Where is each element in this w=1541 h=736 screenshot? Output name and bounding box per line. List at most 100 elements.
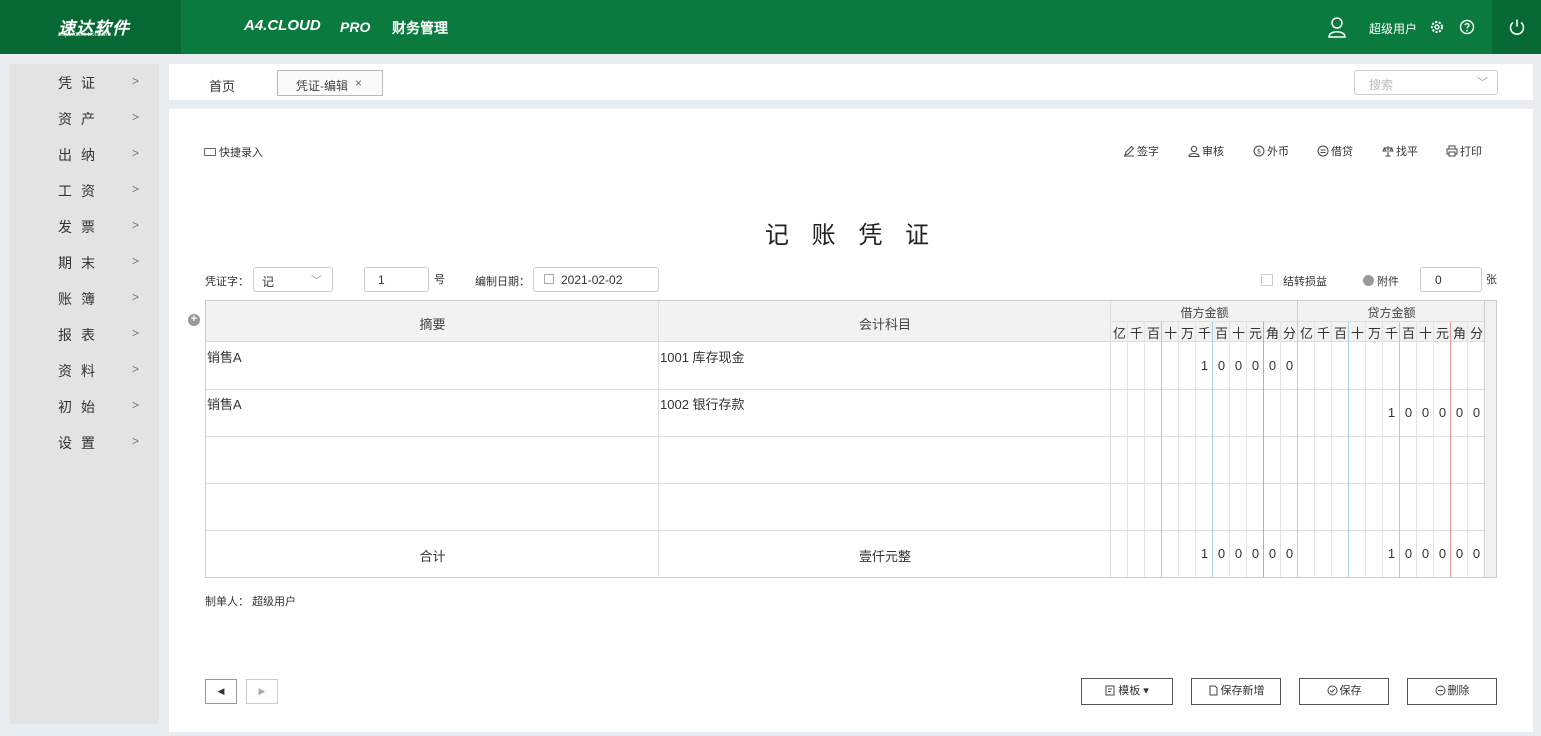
debit-digit-header: 元 <box>1248 326 1262 341</box>
chevron-right-icon: > <box>132 254 140 268</box>
sidebar-item-payroll[interactable]: 工资 > <box>10 172 159 208</box>
user-icon[interactable] <box>1327 16 1347 38</box>
next-voucher-button[interactable]: ▶ <box>246 679 278 704</box>
foreign-currency-button[interactable]: $ 外币 <box>1253 143 1289 159</box>
digit-gridline <box>1144 322 1145 577</box>
digit-gridline <box>1195 322 1196 577</box>
calendar-icon <box>544 274 554 284</box>
row-account[interactable]: 1001 库存现金 <box>660 347 745 366</box>
debit-digit-header: 角 <box>1265 326 1279 341</box>
credit-digit-header: 万 <box>1367 326 1381 341</box>
debit-digit-header: 亿 <box>1112 326 1126 341</box>
sidebar-item-period-end[interactable]: 期末 > <box>10 244 159 280</box>
voucher-word-select[interactable]: 记 ﹀ <box>253 267 333 292</box>
top-bar: 速达软件 Superdata Software A4.CLOUD PRO 财务管… <box>0 0 1541 54</box>
amount-digit: 0 <box>1421 546 1430 561</box>
user-name[interactable]: 超级用户 <box>1369 20 1417 37</box>
amount-digit: 1 <box>1387 405 1396 420</box>
digit-gridline <box>1161 322 1162 577</box>
sidebar-item-label: 工资 <box>58 183 104 199</box>
sidebar-item-label: 账簿 <box>58 291 104 307</box>
save-button[interactable]: 保存 <box>1299 678 1389 705</box>
search-select[interactable]: 搜索 ﹀ <box>1354 70 1498 95</box>
sidebar-item-invoice[interactable]: 发票 > <box>10 208 159 244</box>
save-new-button[interactable]: 保存新增 <box>1191 678 1281 705</box>
sidebar-item-settings[interactable]: 设置 > <box>10 424 159 460</box>
digit-gridline <box>1365 322 1366 577</box>
amount-digit: 0 <box>1285 358 1294 373</box>
gear-icon[interactable] <box>1429 19 1445 35</box>
row-summary[interactable]: 销售A <box>207 347 242 366</box>
add-row-icon[interactable]: + <box>188 314 200 326</box>
sidebar-item-label: 报表 <box>58 327 104 343</box>
prev-voucher-button[interactable]: ◀ <box>205 679 237 704</box>
header-divider <box>1111 321 1485 322</box>
voucher-number-input[interactable]: 1 <box>364 267 429 292</box>
sidebar-item-voucher[interactable]: 凭证 > <box>10 64 159 100</box>
swap-icon <box>1317 145 1329 157</box>
credit-digit-header: 角 <box>1452 326 1466 341</box>
amount-digit: 0 <box>1268 358 1277 373</box>
debit-credit-button[interactable]: 借贷 <box>1317 143 1353 159</box>
logo-subtext: Superdata Software <box>58 32 112 38</box>
delete-button[interactable]: 删除 <box>1407 678 1497 705</box>
table-row[interactable] <box>206 484 1496 531</box>
print-button[interactable]: 打印 <box>1446 143 1482 159</box>
sidebar: 凭证 > 资产 > 出纳 > 工资 > 发票 > 期末 > 账簿 > 报表 > 资料 > 初始 > … <box>10 64 159 724</box>
credit-digit-header: 分 <box>1469 326 1483 341</box>
amount-digit: 0 <box>1438 546 1447 561</box>
amount-digit: 0 <box>1421 405 1430 420</box>
date-picker[interactable]: 2021-02-02 <box>533 267 659 292</box>
row-account[interactable]: 1002 银行存款 <box>660 394 745 413</box>
attachment-label: 附件 <box>1377 276 1399 288</box>
digit-gridline <box>1280 322 1281 577</box>
sidebar-item-label: 初始 <box>58 399 104 415</box>
scrollbar[interactable] <box>1486 301 1496 577</box>
document-icon <box>1209 685 1217 696</box>
audit-label: 审核 <box>1202 146 1224 158</box>
sidebar-item-reports[interactable]: 报表 > <box>10 316 159 352</box>
power-icon[interactable] <box>1508 18 1526 36</box>
table-row[interactable]: 销售A 1001 库存现金 100000 <box>206 343 1496 390</box>
tab-voucher-edit[interactable]: 凭证-编辑 × <box>277 70 383 96</box>
audit-button[interactable]: 审核 <box>1188 143 1224 159</box>
header-summary: 摘要 <box>419 317 446 332</box>
tab-label: 凭证-编辑 <box>296 79 348 93</box>
voucher-word-label: 凭证字： <box>205 276 249 288</box>
help-icon[interactable] <box>1459 19 1475 35</box>
balance-button[interactable]: 找平 <box>1382 143 1418 159</box>
chevron-right-icon: > <box>132 182 140 196</box>
product-edition: PRO <box>340 19 371 35</box>
sidebar-item-master-data[interactable]: 资料 > <box>10 352 159 388</box>
debit-digit-header: 千 <box>1197 326 1211 341</box>
sign-button[interactable]: 签字 <box>1123 143 1159 159</box>
digit-gridline <box>1229 322 1230 577</box>
sidebar-item-ledger[interactable]: 账簿 > <box>10 280 159 316</box>
sidebar-item-assets[interactable]: 资产 > <box>10 100 159 136</box>
voucher-panel: 快捷录入 签字 审核 $ 外币 借贷 找平 打印 记 账 凭 证 凭证字： 记 ﹀… <box>169 109 1533 732</box>
chevron-right-icon: > <box>132 362 140 376</box>
table-row[interactable] <box>206 437 1496 484</box>
sidebar-item-initial[interactable]: 初始 > <box>10 388 159 424</box>
credit-digit-header: 千 <box>1316 326 1330 341</box>
table-row[interactable]: 销售A 1002 银行存款 100000 <box>206 390 1496 437</box>
sidebar-item-cashier[interactable]: 出纳 > <box>10 136 159 172</box>
carry-forward-checkbox[interactable] <box>1261 274 1273 286</box>
maker-label: 制单人： <box>205 596 249 608</box>
dollar-icon: $ <box>1253 145 1265 157</box>
quick-entry-button[interactable]: 快捷录入 <box>204 144 263 160</box>
credit-digit-header: 百 <box>1401 326 1415 341</box>
sidebar-item-label: 资料 <box>58 363 104 379</box>
close-icon[interactable]: × <box>355 76 362 90</box>
logo: 速达软件 Superdata Software <box>0 0 181 54</box>
template-button[interactable]: 模板 ▾ <box>1081 678 1173 705</box>
amount-digit: 0 <box>1404 546 1413 561</box>
debit-digit-header: 百 <box>1146 326 1160 341</box>
chevron-right-icon: > <box>132 290 140 304</box>
delete-label: 删除 <box>1447 685 1470 697</box>
attachment-count-input[interactable]: 0 <box>1420 267 1482 292</box>
digit-gridline <box>1348 322 1349 577</box>
row-summary[interactable]: 销售A <box>207 394 242 413</box>
tab-home[interactable]: 首页 <box>209 76 235 95</box>
sidebar-item-label: 期末 <box>58 255 104 271</box>
